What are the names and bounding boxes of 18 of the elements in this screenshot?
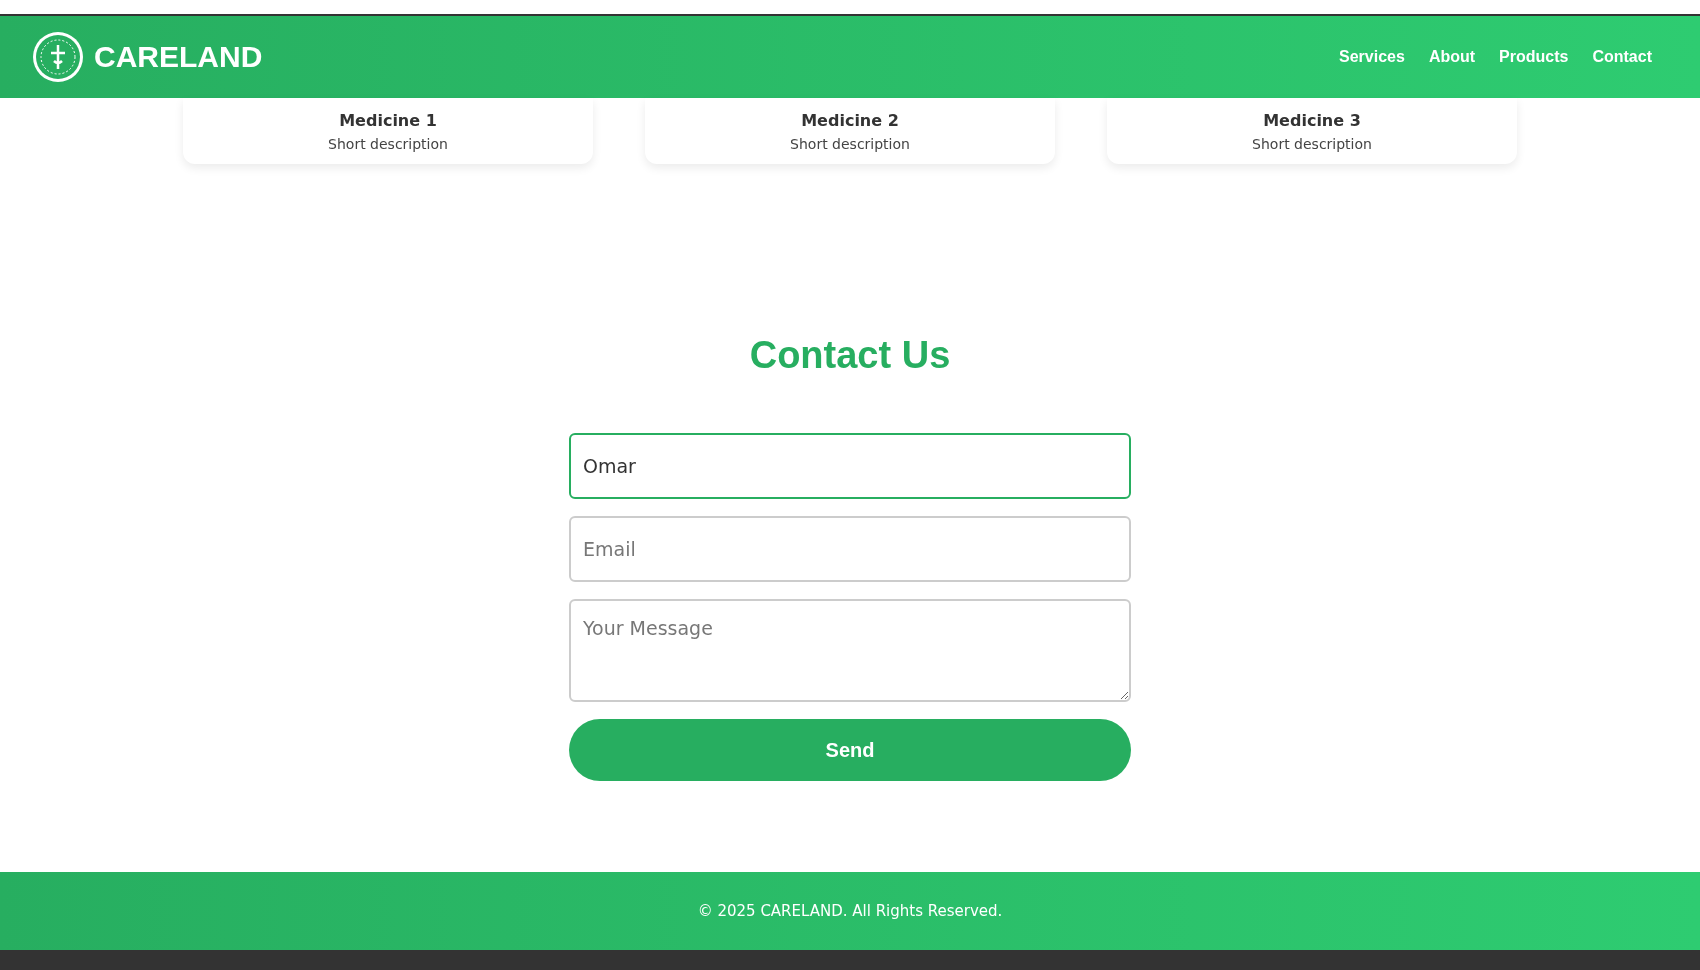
send-button[interactable]: Send [569,719,1131,781]
nav-link[interactable]: Contact [1592,48,1652,66]
nav-link[interactable]: Services [1339,48,1405,66]
caduceus-logo-icon [32,31,84,83]
section-title: Contact Us [749,334,951,377]
nav-link[interactable]: About [1428,48,1476,66]
product-name: Medicine 3 [1263,110,1361,130]
product-description: Short description [328,135,448,152]
nav-link[interactable]: Products [1499,48,1569,66]
product-name: Medicine 1 [339,110,437,130]
message-field[interactable]: Your Message [569,599,1131,702]
product-description: Short description [790,135,910,152]
brand-name: CARELAND [94,40,263,74]
product-name: Medicine 2 [801,110,899,130]
name-field[interactable]: Omar [569,433,1131,499]
product-description: Short description [1252,135,1372,152]
copyright-text: © 2025 CARELAND. All Rights Reserved. [697,902,1003,920]
email-field[interactable]: Email [569,516,1131,582]
